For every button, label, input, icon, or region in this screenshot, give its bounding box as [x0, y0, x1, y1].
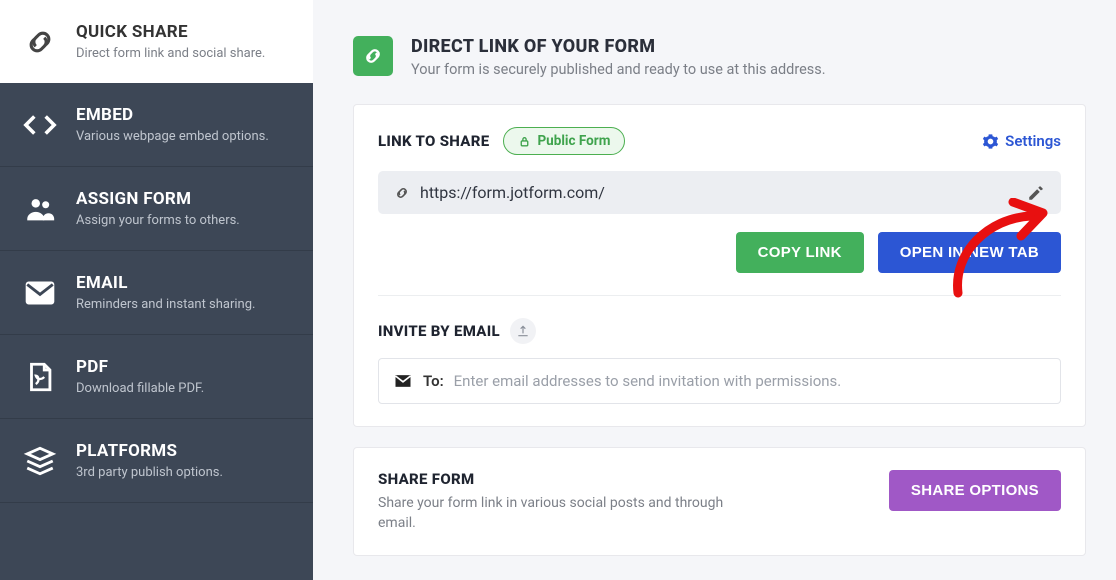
copy-link-button[interactable]: COPY LINK [736, 232, 864, 273]
sidebar-item-sub: Direct form link and social share. [76, 46, 295, 61]
pdf-icon [22, 359, 58, 395]
share-form-card: SHARE FORM Share your form link in vario… [353, 447, 1086, 556]
sidebar-item-email[interactable]: EMAIL Reminders and instant sharing. [0, 251, 313, 335]
envelope-icon [393, 371, 413, 391]
sidebar-item-sub: Assign your forms to others. [76, 213, 295, 228]
link-icon [353, 36, 393, 76]
sidebar: QUICK SHARE Direct form link and social … [0, 0, 313, 580]
upload-icon[interactable] [510, 318, 536, 344]
share-icon [22, 24, 58, 60]
page-title: DIRECT LINK OF YOUR FORM [411, 36, 826, 57]
sidebar-item-title: QUICK SHARE [76, 22, 295, 42]
share-section-sub: Share your form link in various social p… [378, 494, 758, 533]
sidebar-item-platforms[interactable]: PLATFORMS 3rd party publish options. [0, 419, 313, 503]
open-new-tab-button[interactable]: OPEN IN NEW TAB [878, 232, 1061, 273]
sidebar-item-sub: Reminders and instant sharing. [76, 297, 295, 312]
to-label: To: [423, 372, 444, 390]
sidebar-item-sub: 3rd party publish options. [76, 465, 295, 480]
page-header: DIRECT LINK OF YOUR FORM Your form is se… [353, 36, 1086, 78]
public-form-badge[interactable]: Public Form [503, 127, 625, 155]
layers-icon [22, 443, 58, 479]
sidebar-item-embed[interactable]: EMBED Various webpage embed options. [0, 83, 313, 167]
users-icon [22, 191, 58, 227]
link-icon [394, 185, 410, 201]
page-subtitle: Your form is securely published and read… [411, 61, 826, 78]
email-placeholder: Enter email addresses to send invitation… [454, 372, 1046, 390]
sidebar-item-title: PLATFORMS [76, 441, 295, 461]
share-options-button[interactable]: SHARE OPTIONS [889, 470, 1061, 511]
sidebar-item-title: ASSIGN FORM [76, 189, 295, 209]
sidebar-item-sub: Download fillable PDF. [76, 381, 295, 396]
form-url: https://form.jotform.com/ [420, 183, 1017, 202]
sidebar-item-title: PDF [76, 357, 295, 377]
invite-email-input[interactable]: To: Enter email addresses to send invita… [378, 358, 1061, 404]
sidebar-item-assign-form[interactable]: ASSIGN FORM Assign your forms to others. [0, 167, 313, 251]
envelope-icon [22, 275, 58, 311]
sidebar-item-sub: Various webpage embed options. [76, 129, 295, 144]
form-url-box[interactable]: https://form.jotform.com/ [378, 171, 1061, 214]
share-section-label: SHARE FORM [378, 470, 758, 488]
lock-icon [518, 135, 531, 148]
sidebar-item-title: EMAIL [76, 273, 295, 293]
code-icon [22, 107, 58, 143]
gear-icon [982, 133, 999, 150]
edit-icon[interactable] [1027, 184, 1045, 202]
sidebar-item-pdf[interactable]: PDF Download fillable PDF. [0, 335, 313, 419]
settings-link[interactable]: Settings [982, 132, 1061, 150]
divider [378, 295, 1061, 296]
link-section-label: LINK TO SHARE [378, 132, 489, 150]
main-content: DIRECT LINK OF YOUR FORM Your form is se… [313, 0, 1116, 580]
sidebar-item-quick-share[interactable]: QUICK SHARE Direct form link and social … [0, 0, 313, 83]
invite-section-label: INVITE BY EMAIL [378, 322, 500, 340]
link-card: LINK TO SHARE Public Form Settings https… [353, 104, 1086, 427]
sidebar-item-title: EMBED [76, 105, 295, 125]
